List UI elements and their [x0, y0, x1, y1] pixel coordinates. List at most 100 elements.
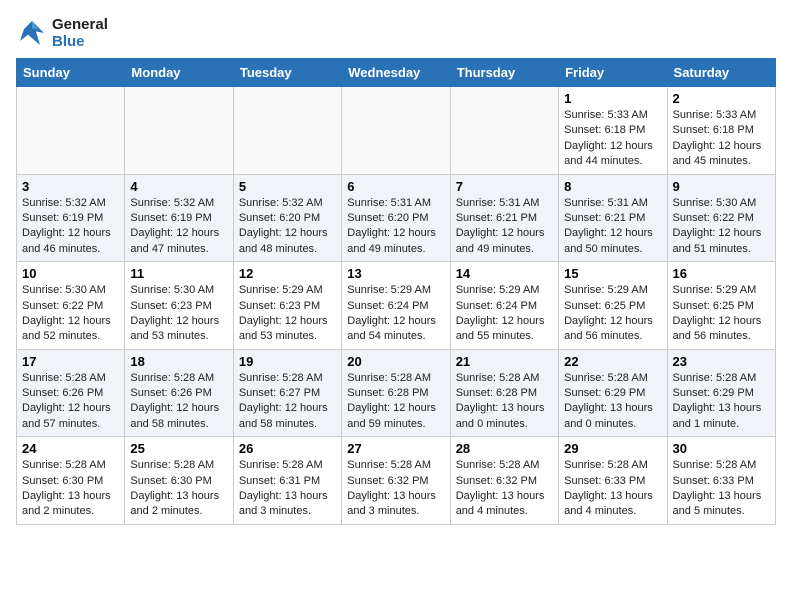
day-number: 21: [456, 354, 553, 369]
calendar-cell: [450, 87, 558, 175]
calendar-cell: 30 Sunrise: 5:28 AM Sunset: 6:33 PM Dayli…: [667, 437, 775, 525]
col-header-saturday: Saturday: [667, 59, 775, 87]
day-info: Sunrise: 5:29 AM Sunset: 6:23 PM Dayligh…: [239, 283, 336, 345]
calendar-cell: 11 Sunrise: 5:30 AM Sunset: 6:23 PM Dayli…: [125, 262, 233, 350]
calendar-cell: 20 Sunrise: 5:28 AM Sunset: 6:28 PM Dayli…: [342, 349, 450, 437]
day-info: Sunrise: 5:29 AM Sunset: 6:25 PM Dayligh…: [564, 283, 661, 345]
day-number: 24: [22, 441, 119, 456]
day-number: 13: [347, 266, 444, 281]
col-header-monday: Monday: [125, 59, 233, 87]
logo-icon: [16, 17, 48, 49]
day-number: 22: [564, 354, 661, 369]
calendar-cell: 17Sunrise: 5:28 AM Sunset: 6:26 PM Dayli…: [17, 349, 125, 437]
day-info: Sunrise: 5:28 AM Sunset: 6:28 PM Dayligh…: [347, 371, 444, 433]
logo: General Blue: [16, 16, 108, 50]
day-number: 1: [564, 91, 661, 106]
day-number: 19: [239, 354, 336, 369]
calendar-cell: 28 Sunrise: 5:28 AM Sunset: 6:32 PM Dayli…: [450, 437, 558, 525]
day-info: Sunrise: 5:28 AM Sunset: 6:28 PM Dayligh…: [456, 371, 553, 433]
day-number: 7: [456, 179, 553, 194]
day-info: Sunrise: 5:29 AM Sunset: 6:25 PM Dayligh…: [673, 283, 770, 345]
day-number: 8: [564, 179, 661, 194]
calendar-cell: 8 Sunrise: 5:31 AM Sunset: 6:21 PM Daylig…: [559, 174, 667, 262]
day-info: Sunrise: 5:32 AM Sunset: 6:20 PM Dayligh…: [239, 196, 336, 258]
day-info: Sunrise: 5:28 AM Sunset: 6:29 PM Dayligh…: [564, 371, 661, 433]
calendar-cell: [17, 87, 125, 175]
day-number: 17: [22, 354, 119, 369]
day-number: 12: [239, 266, 336, 281]
day-number: 29: [564, 441, 661, 456]
calendar-cell: 6 Sunrise: 5:31 AM Sunset: 6:20 PM Daylig…: [342, 174, 450, 262]
day-number: 27: [347, 441, 444, 456]
calendar-cell: 25 Sunrise: 5:28 AM Sunset: 6:30 PM Dayli…: [125, 437, 233, 525]
calendar-week-row: 10 Sunrise: 5:30 AM Sunset: 6:22 PM Dayli…: [17, 262, 776, 350]
day-info: Sunrise: 5:31 AM Sunset: 6:21 PM Dayligh…: [456, 196, 553, 258]
day-info: Sunrise: 5:28 AM Sunset: 6:32 PM Dayligh…: [347, 458, 444, 520]
day-number: 11: [130, 266, 227, 281]
day-info: Sunrise: 5:30 AM Sunset: 6:23 PM Dayligh…: [130, 283, 227, 345]
day-number: 30: [673, 441, 770, 456]
col-header-sunday: Sunday: [17, 59, 125, 87]
calendar-cell: 26Sunrise: 5:28 AM Sunset: 6:31 PM Dayli…: [233, 437, 341, 525]
day-number: 4: [130, 179, 227, 194]
day-number: 9: [673, 179, 770, 194]
day-number: 20: [347, 354, 444, 369]
day-info: Sunrise: 5:28 AM Sunset: 6:32 PM Dayligh…: [456, 458, 553, 520]
calendar-header-row: SundayMondayTuesdayWednesdayThursdayFrid…: [17, 59, 776, 87]
calendar-cell: 15Sunrise: 5:29 AM Sunset: 6:25 PM Dayli…: [559, 262, 667, 350]
calendar-week-row: 24 Sunrise: 5:28 AM Sunset: 6:30 PM Dayli…: [17, 437, 776, 525]
day-number: 3: [22, 179, 119, 194]
day-info: Sunrise: 5:28 AM Sunset: 6:33 PM Dayligh…: [673, 458, 770, 520]
calendar-cell: 27 Sunrise: 5:28 AM Sunset: 6:32 PM Dayli…: [342, 437, 450, 525]
calendar-week-row: 17Sunrise: 5:28 AM Sunset: 6:26 PM Dayli…: [17, 349, 776, 437]
calendar-cell: 9Sunrise: 5:30 AM Sunset: 6:22 PM Daylig…: [667, 174, 775, 262]
day-number: 14: [456, 266, 553, 281]
calendar-cell: 23 Sunrise: 5:28 AM Sunset: 6:29 PM Dayli…: [667, 349, 775, 437]
day-info: Sunrise: 5:30 AM Sunset: 6:22 PM Dayligh…: [22, 283, 119, 345]
calendar-cell: 5 Sunrise: 5:32 AM Sunset: 6:20 PM Daylig…: [233, 174, 341, 262]
calendar-cell: 14 Sunrise: 5:29 AM Sunset: 6:24 PM Dayli…: [450, 262, 558, 350]
day-info: Sunrise: 5:28 AM Sunset: 6:33 PM Dayligh…: [564, 458, 661, 520]
day-info: Sunrise: 5:28 AM Sunset: 6:30 PM Dayligh…: [130, 458, 227, 520]
day-number: 16: [673, 266, 770, 281]
day-info: Sunrise: 5:32 AM Sunset: 6:19 PM Dayligh…: [130, 196, 227, 258]
day-info: Sunrise: 5:32 AM Sunset: 6:19 PM Dayligh…: [22, 196, 119, 258]
calendar-cell: 24 Sunrise: 5:28 AM Sunset: 6:30 PM Dayli…: [17, 437, 125, 525]
header: General Blue: [16, 16, 776, 50]
col-header-friday: Friday: [559, 59, 667, 87]
day-info: Sunrise: 5:33 AM Sunset: 6:18 PM Dayligh…: [564, 108, 661, 170]
calendar-cell: 13 Sunrise: 5:29 AM Sunset: 6:24 PM Dayli…: [342, 262, 450, 350]
col-header-wednesday: Wednesday: [342, 59, 450, 87]
calendar-week-row: 1 Sunrise: 5:33 AM Sunset: 6:18 PM Daylig…: [17, 87, 776, 175]
day-info: Sunrise: 5:29 AM Sunset: 6:24 PM Dayligh…: [456, 283, 553, 345]
day-info: Sunrise: 5:28 AM Sunset: 6:29 PM Dayligh…: [673, 371, 770, 433]
day-number: 23: [673, 354, 770, 369]
day-number: 10: [22, 266, 119, 281]
day-number: 6: [347, 179, 444, 194]
calendar-cell: [125, 87, 233, 175]
calendar-cell: 10 Sunrise: 5:30 AM Sunset: 6:22 PM Dayli…: [17, 262, 125, 350]
calendar-cell: 4 Sunrise: 5:32 AM Sunset: 6:19 PM Daylig…: [125, 174, 233, 262]
day-info: Sunrise: 5:28 AM Sunset: 6:30 PM Dayligh…: [22, 458, 119, 520]
day-number: 18: [130, 354, 227, 369]
calendar-cell: 16 Sunrise: 5:29 AM Sunset: 6:25 PM Dayli…: [667, 262, 775, 350]
day-info: Sunrise: 5:31 AM Sunset: 6:21 PM Dayligh…: [564, 196, 661, 258]
calendar-cell: [342, 87, 450, 175]
calendar-table: SundayMondayTuesdayWednesdayThursdayFrid…: [16, 58, 776, 525]
col-header-thursday: Thursday: [450, 59, 558, 87]
calendar-cell: 18Sunrise: 5:28 AM Sunset: 6:26 PM Dayli…: [125, 349, 233, 437]
calendar-cell: 2 Sunrise: 5:33 AM Sunset: 6:18 PM Daylig…: [667, 87, 775, 175]
calendar-cell: 29 Sunrise: 5:28 AM Sunset: 6:33 PM Dayli…: [559, 437, 667, 525]
day-info: Sunrise: 5:28 AM Sunset: 6:27 PM Dayligh…: [239, 371, 336, 433]
day-number: 5: [239, 179, 336, 194]
day-number: 28: [456, 441, 553, 456]
day-number: 2: [673, 91, 770, 106]
day-info: Sunrise: 5:33 AM Sunset: 6:18 PM Dayligh…: [673, 108, 770, 170]
logo-text: General Blue: [52, 16, 108, 50]
calendar-week-row: 3 Sunrise: 5:32 AM Sunset: 6:19 PM Daylig…: [17, 174, 776, 262]
day-number: 26: [239, 441, 336, 456]
day-info: Sunrise: 5:29 AM Sunset: 6:24 PM Dayligh…: [347, 283, 444, 345]
day-number: 25: [130, 441, 227, 456]
calendar-cell: [233, 87, 341, 175]
day-info: Sunrise: 5:31 AM Sunset: 6:20 PM Dayligh…: [347, 196, 444, 258]
